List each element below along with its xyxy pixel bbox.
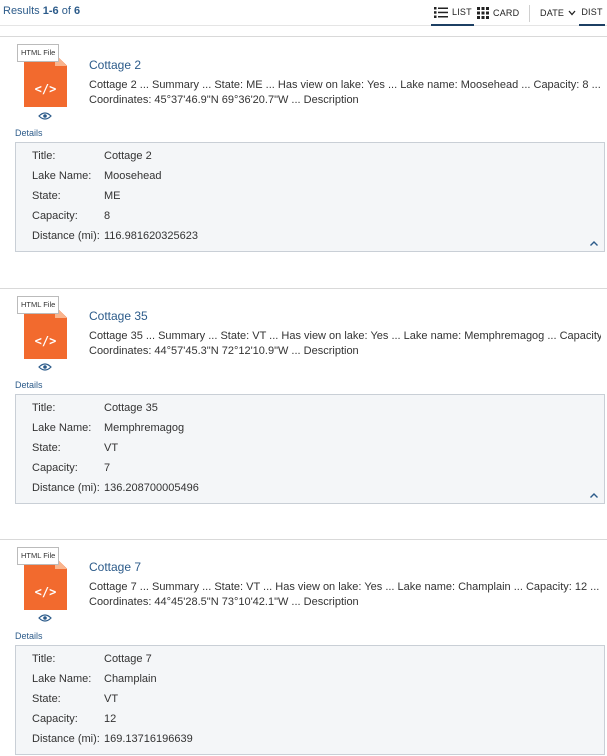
file-type-label: HTML File (17, 44, 60, 62)
detail-row: State: VT (16, 442, 604, 462)
chevron-up-icon[interactable] (589, 492, 599, 499)
results-of: of (58, 5, 74, 17)
html-code-icon: </> (34, 585, 57, 599)
detail-key: Lake Name: (32, 673, 92, 685)
detail-key: State: (32, 693, 61, 705)
detail-value: Cottage 7 (104, 653, 152, 665)
results-total: 6 (73, 5, 81, 17)
detail-key: Distance (mi): (32, 482, 100, 494)
snippet-line: Cottage 35 ... Summary ... State: VT ...… (89, 330, 601, 342)
result-divider (0, 288, 607, 289)
snippet-line: Coordinates: 45°37'46.9"N 69°36'20.7"W .… (89, 94, 359, 106)
detail-row: Distance (mi): 116.981620325623 (16, 230, 604, 250)
detail-row: Title: Cottage 2 (16, 150, 604, 170)
detail-value: 116.981620325623 (104, 230, 199, 242)
snippet-line: Coordinates: 44°57'45.3"N 72°12'10.9"W .… (89, 345, 359, 357)
detail-row: Title: Cottage 7 (16, 653, 604, 673)
grid-icon (477, 7, 489, 19)
results-toolbar: Results 1-6 of 6 LIST CARD DATE DIST (0, 0, 607, 26)
detail-value: Champlain (104, 673, 157, 685)
detail-key: Capacity: (32, 210, 78, 222)
sort-dist-label: DIST (581, 7, 603, 17)
detail-row: State: VT (16, 693, 604, 713)
detail-key: State: (32, 442, 61, 454)
detail-row: Capacity: 7 (16, 462, 604, 482)
detail-row: Lake Name: Memphremagog (16, 422, 604, 442)
list-icon (434, 6, 448, 18)
detail-key: State: (32, 190, 61, 202)
detail-key: Distance (mi): (32, 733, 100, 745)
file-type-thumbnail[interactable]: </> HTML File (17, 547, 67, 610)
eye-icon[interactable] (38, 362, 52, 372)
result-snippet: Cottage 7 ... Summary ... State: VT ... … (89, 580, 601, 610)
sort-dist-button[interactable]: DIST (579, 0, 605, 26)
eye-icon[interactable] (38, 111, 52, 121)
detail-row: Distance (mi): 169.13716196639 (16, 733, 604, 753)
detail-row: Capacity: 8 (16, 210, 604, 230)
result-snippet: Cottage 35 ... Summary ... State: VT ...… (89, 329, 601, 359)
html-code-icon: </> (34, 82, 57, 96)
results-prefix: Results (3, 5, 43, 17)
detail-key: Title: (32, 653, 56, 665)
details-panel: Title: Cottage 7 Lake Name: Champlain Stat… (15, 645, 605, 755)
details-panel: Title: Cottage 2 Lake Name: Moosehead Stat… (15, 142, 605, 252)
list-view-button[interactable]: LIST (431, 0, 474, 26)
result-title-link[interactable]: Cottage 2 (89, 58, 141, 72)
detail-row: Lake Name: Champlain (16, 673, 604, 693)
detail-value: Moosehead (104, 170, 162, 182)
details-panel: Title: Cottage 35 Lake Name: Memphremagog … (15, 394, 605, 504)
detail-key: Lake Name: (32, 422, 92, 434)
details-link[interactable]: Details (15, 128, 43, 138)
detail-value: Cottage 2 (104, 150, 152, 162)
sort-date-button[interactable]: DATE (540, 0, 576, 26)
detail-value: Memphremagog (104, 422, 185, 434)
results-count: Results 1-6 of 6 (3, 5, 80, 17)
detail-row: Distance (mi): 136.208700005496 (16, 482, 604, 502)
detail-value: 8 (104, 210, 111, 222)
detail-row: State: ME (16, 190, 604, 210)
file-type-label: HTML File (17, 547, 60, 565)
file-type-thumbnail[interactable]: </> HTML File (17, 44, 67, 107)
list-view-label: LIST (452, 7, 472, 17)
snippet-line: Cottage 2 ... Summary ... State: ME ... … (89, 79, 601, 91)
html-code-icon: </> (34, 334, 57, 348)
snippet-line: Coordinates: 44°45'28.5"N 73°10'42.1"W .… (89, 596, 359, 608)
detail-key: Distance (mi): (32, 230, 100, 242)
eye-icon[interactable] (38, 613, 52, 623)
detail-row: Capacity: 12 (16, 713, 604, 733)
detail-key: Capacity: (32, 462, 78, 474)
chevron-up-icon[interactable] (589, 240, 599, 247)
detail-value: 169.13716196639 (104, 733, 193, 745)
details-link[interactable]: Details (15, 631, 43, 641)
detail-key: Title: (32, 402, 56, 414)
detail-value: Cottage 35 (104, 402, 158, 414)
result-divider (0, 539, 607, 540)
result-title-link[interactable]: Cottage 35 (89, 309, 148, 323)
result-title-link[interactable]: Cottage 7 (89, 560, 141, 574)
detail-key: Capacity: (32, 713, 78, 725)
snippet-line: Cottage 7 ... Summary ... State: VT ... … (89, 581, 600, 593)
detail-value: 7 (104, 462, 111, 474)
file-type-thumbnail[interactable]: </> HTML File (17, 296, 67, 359)
detail-value: 12 (104, 713, 117, 725)
file-type-label: HTML File (17, 296, 60, 314)
detail-row: Lake Name: Moosehead (16, 170, 604, 190)
card-view-button[interactable]: CARD (477, 0, 519, 26)
detail-value: 136.208700005496 (104, 482, 199, 494)
details-link[interactable]: Details (15, 380, 43, 390)
detail-value: VT (104, 693, 119, 705)
detail-key: Title: (32, 150, 56, 162)
result-snippet: Cottage 2 ... Summary ... State: ME ... … (89, 78, 601, 108)
detail-value: ME (104, 190, 121, 202)
sort-date-label: DATE (540, 8, 565, 18)
result-divider (0, 36, 607, 37)
detail-key: Lake Name: (32, 170, 92, 182)
detail-value: VT (104, 442, 119, 454)
toolbar-divider (529, 5, 530, 22)
chevron-down-icon (568, 10, 576, 16)
card-view-label: CARD (493, 8, 520, 18)
results-range: 1-6 (42, 5, 59, 17)
detail-row: Title: Cottage 35 (16, 402, 604, 422)
